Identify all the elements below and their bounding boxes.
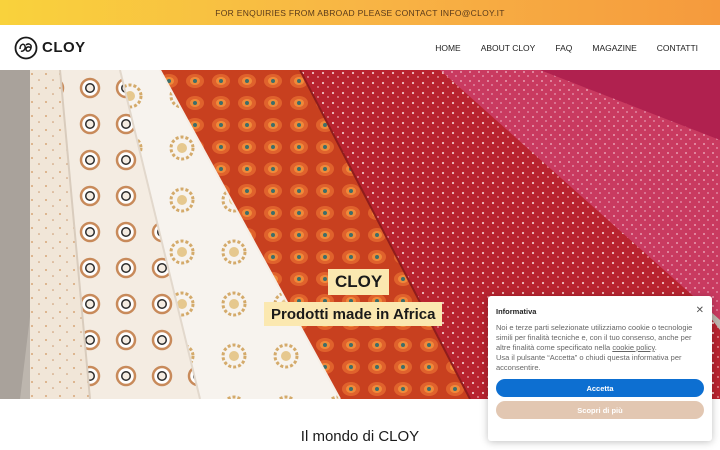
cookie-banner: Informativa ✕ Noi e terze parti selezion… [488, 296, 712, 441]
logo-text: CLOY [42, 39, 86, 56]
logo-icon [14, 36, 38, 59]
cookie-text-after: . [654, 343, 657, 352]
logo[interactable]: CLOY [14, 36, 86, 60]
nav-item-about[interactable]: ABOUT CLOY [471, 43, 546, 53]
cookie-text-2: Usa il pulsante “Accetta” o chiudi quest… [496, 353, 682, 372]
main-nav: HOME ABOUT CLOY FAQ MAGAZINE CONTATTI [425, 43, 706, 53]
accept-button[interactable]: Accetta [496, 379, 704, 397]
close-icon[interactable]: ✕ [696, 306, 704, 316]
cookie-header: Informativa ✕ [496, 306, 704, 316]
cookie-text-before: Noi e terze parti selezionate utilizziam… [496, 323, 693, 352]
announcement-text: FOR ENQUIRIES FROM ABROAD PLEASE CONTACT… [215, 7, 505, 18]
page: FOR ENQUIRIES FROM ABROAD PLEASE CONTACT… [0, 0, 720, 450]
nav-item-home[interactable]: HOME [425, 43, 471, 53]
site-header: CLOY HOME ABOUT CLOY FAQ MAGAZINE CONTAT… [0, 25, 720, 70]
nav-item-contatti[interactable]: CONTATTI [647, 43, 706, 53]
hero-subtitle: Prodotti made in Africa [264, 302, 443, 326]
cookie-policy-link[interactable]: cookie policy [612, 343, 654, 352]
hero-title: CLOY [328, 269, 390, 295]
cookie-title: Informativa [496, 306, 537, 316]
cookie-text: Noi e terze parti selezionate utilizziam… [496, 323, 704, 373]
nav-item-magazine[interactable]: MAGAZINE [582, 43, 646, 53]
nav-item-faq[interactable]: FAQ [545, 43, 582, 53]
announcement-bar: FOR ENQUIRIES FROM ABROAD PLEASE CONTACT… [0, 0, 720, 25]
learn-more-button[interactable]: Scopri di più [496, 401, 704, 419]
